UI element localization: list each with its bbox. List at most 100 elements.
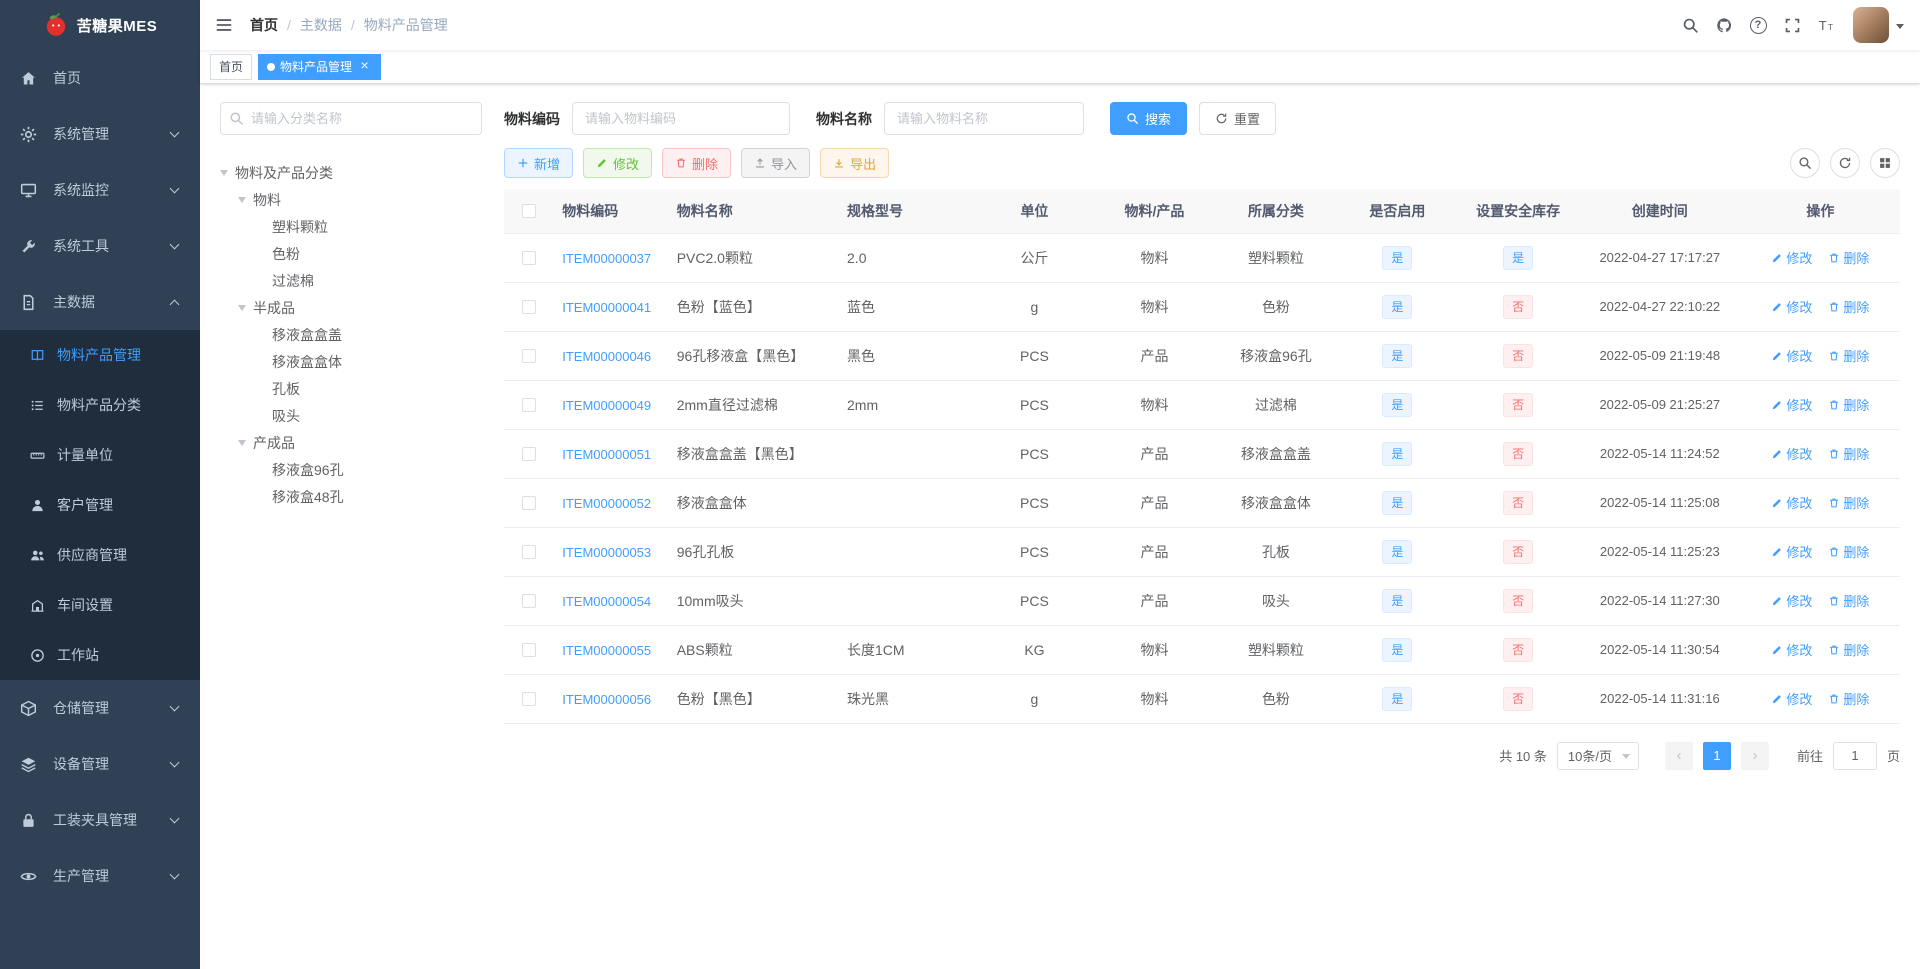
row-edit-link[interactable]: 修改 [1771,542,1812,561]
sidebar-item-home[interactable]: 首页 [0,50,200,106]
row-checkbox[interactable] [522,446,537,461]
row-delete-link[interactable]: 删除 [1828,395,1869,414]
avatar[interactable] [1853,7,1889,43]
row-checkbox[interactable] [522,397,537,412]
header-search-button[interactable] [1673,0,1707,50]
row-checkbox[interactable] [522,691,537,706]
import-button[interactable]: 导入 [741,148,811,178]
item-code-link[interactable]: ITEM00000046 [562,349,651,364]
tree-node[interactable]: 产成品 [220,429,482,456]
add-button[interactable]: 新增 [504,148,574,178]
reset-button[interactable]: 重置 [1199,102,1277,135]
row-delete-link[interactable]: 删除 [1828,689,1869,708]
item-code-link[interactable]: ITEM00000037 [562,251,651,266]
sidebar-item-system-management[interactable]: 系统管理 [0,106,200,162]
close-icon[interactable]: × [357,58,372,74]
tree-node[interactable]: 孔板 [220,375,482,402]
caret-down-icon[interactable] [238,305,246,315]
sidebar-toggle-button[interactable] [200,0,248,50]
hide-search-button[interactable] [1790,148,1820,178]
tag-item[interactable]: 首页 [210,53,253,80]
row-edit-link[interactable]: 修改 [1771,689,1812,708]
sidebar-item-fixture-management[interactable]: 工装夹具管理 [0,792,200,848]
row-delete-link[interactable]: 删除 [1828,444,1869,463]
tag-active[interactable]: 物料产品管理 × [258,53,382,80]
item-code-link[interactable]: ITEM00000041 [562,300,651,315]
page-1-button[interactable]: 1 [1702,741,1731,770]
goto-page-input[interactable] [1832,741,1877,770]
row-checkbox[interactable] [522,250,537,265]
row-delete-link[interactable]: 删除 [1828,591,1869,610]
sidebar-subitem-material-product-category[interactable]: 物料产品分类 [0,380,200,430]
row-edit-link[interactable]: 修改 [1771,248,1812,267]
tree-node[interactable]: 物料 [220,186,482,213]
search-button[interactable]: 搜索 [1110,102,1188,135]
row-checkbox[interactable] [522,642,537,657]
tree-node[interactable]: 塑料颗粒 [220,213,482,240]
row-checkbox[interactable] [522,544,537,559]
row-delete-link[interactable]: 删除 [1828,248,1869,267]
row-edit-link[interactable]: 修改 [1771,395,1812,414]
sidebar-subitem-workstation[interactable]: 工作站 [0,630,200,680]
sidebar-item-system-tools[interactable]: 系统工具 [0,218,200,274]
select-all-checkbox[interactable] [522,203,537,218]
row-delete-link[interactable]: 删除 [1828,542,1869,561]
tree-node[interactable]: 移液盒48孔 [220,483,482,510]
item-code-link[interactable]: ITEM00000055 [562,643,651,658]
material-code-input[interactable] [572,102,790,135]
item-code-link[interactable]: ITEM00000056 [562,692,651,707]
row-checkbox[interactable] [522,348,537,363]
tree-node[interactable]: 移液盒盒盖 [220,321,482,348]
next-page-button[interactable]: › [1740,741,1769,770]
tree-node[interactable]: 物料及产品分类 [220,159,482,186]
category-search-input[interactable] [220,102,482,135]
user-menu-caret-icon[interactable] [1896,23,1904,33]
tree-node[interactable]: 半成品 [220,294,482,321]
row-edit-link[interactable]: 修改 [1771,297,1812,316]
breadcrumb-item[interactable]: 首页 [250,15,278,35]
row-delete-link[interactable]: 删除 [1828,297,1869,316]
row-delete-link[interactable]: 删除 [1828,493,1869,512]
sidebar-subitem-material-product-management[interactable]: 物料产品管理 [0,330,200,380]
sidebar-subitem-supplier-management[interactable]: 供应商管理 [0,530,200,580]
item-code-link[interactable]: ITEM00000052 [562,496,651,511]
export-button[interactable]: 导出 [820,148,890,178]
caret-down-icon[interactable] [220,170,228,180]
edit-button[interactable]: 修改 [583,148,653,178]
row-edit-link[interactable]: 修改 [1771,346,1812,365]
row-edit-link[interactable]: 修改 [1771,444,1812,463]
tree-node[interactable]: 吸头 [220,402,482,429]
github-link[interactable] [1707,0,1741,50]
app-logo[interactable]: 苦糖果MES [0,0,200,50]
sidebar-item-master-data[interactable]: 主数据 [0,274,200,330]
toggle-columns-button[interactable] [1870,148,1900,178]
help-docs-button[interactable] [1741,0,1775,50]
row-checkbox[interactable] [522,299,537,314]
row-edit-link[interactable]: 修改 [1771,640,1812,659]
page-size-select[interactable]: 10条/页 [1556,741,1639,770]
tree-node[interactable]: 过滤棉 [220,267,482,294]
sidebar-item-system-monitor[interactable]: 系统监控 [0,162,200,218]
sidebar-item-production-management[interactable]: 生产管理 [0,848,200,904]
prev-page-button[interactable]: ‹ [1664,741,1693,770]
item-code-link[interactable]: ITEM00000049 [562,398,651,413]
sidebar-subitem-measure-unit[interactable]: 计量单位 [0,430,200,480]
item-code-link[interactable]: ITEM00000053 [562,545,651,560]
sidebar-subitem-workshop-settings[interactable]: 车间设置 [0,580,200,630]
tree-node[interactable]: 移液盒96孔 [220,456,482,483]
sidebar-subitem-customer-management[interactable]: 客户管理 [0,480,200,530]
row-checkbox[interactable] [522,593,537,608]
sidebar-item-warehouse-management[interactable]: 仓储管理 [0,680,200,736]
row-delete-link[interactable]: 删除 [1828,346,1869,365]
font-size-button[interactable] [1809,0,1843,50]
row-edit-link[interactable]: 修改 [1771,493,1812,512]
refresh-table-button[interactable] [1830,148,1860,178]
tree-node[interactable]: 移液盒盒体 [220,348,482,375]
row-checkbox[interactable] [522,495,537,510]
fullscreen-button[interactable] [1775,0,1809,50]
caret-down-icon[interactable] [238,440,246,450]
row-edit-link[interactable]: 修改 [1771,591,1812,610]
caret-down-icon[interactable] [238,197,246,207]
material-name-input[interactable] [884,102,1084,135]
item-code-link[interactable]: ITEM00000054 [562,594,651,609]
